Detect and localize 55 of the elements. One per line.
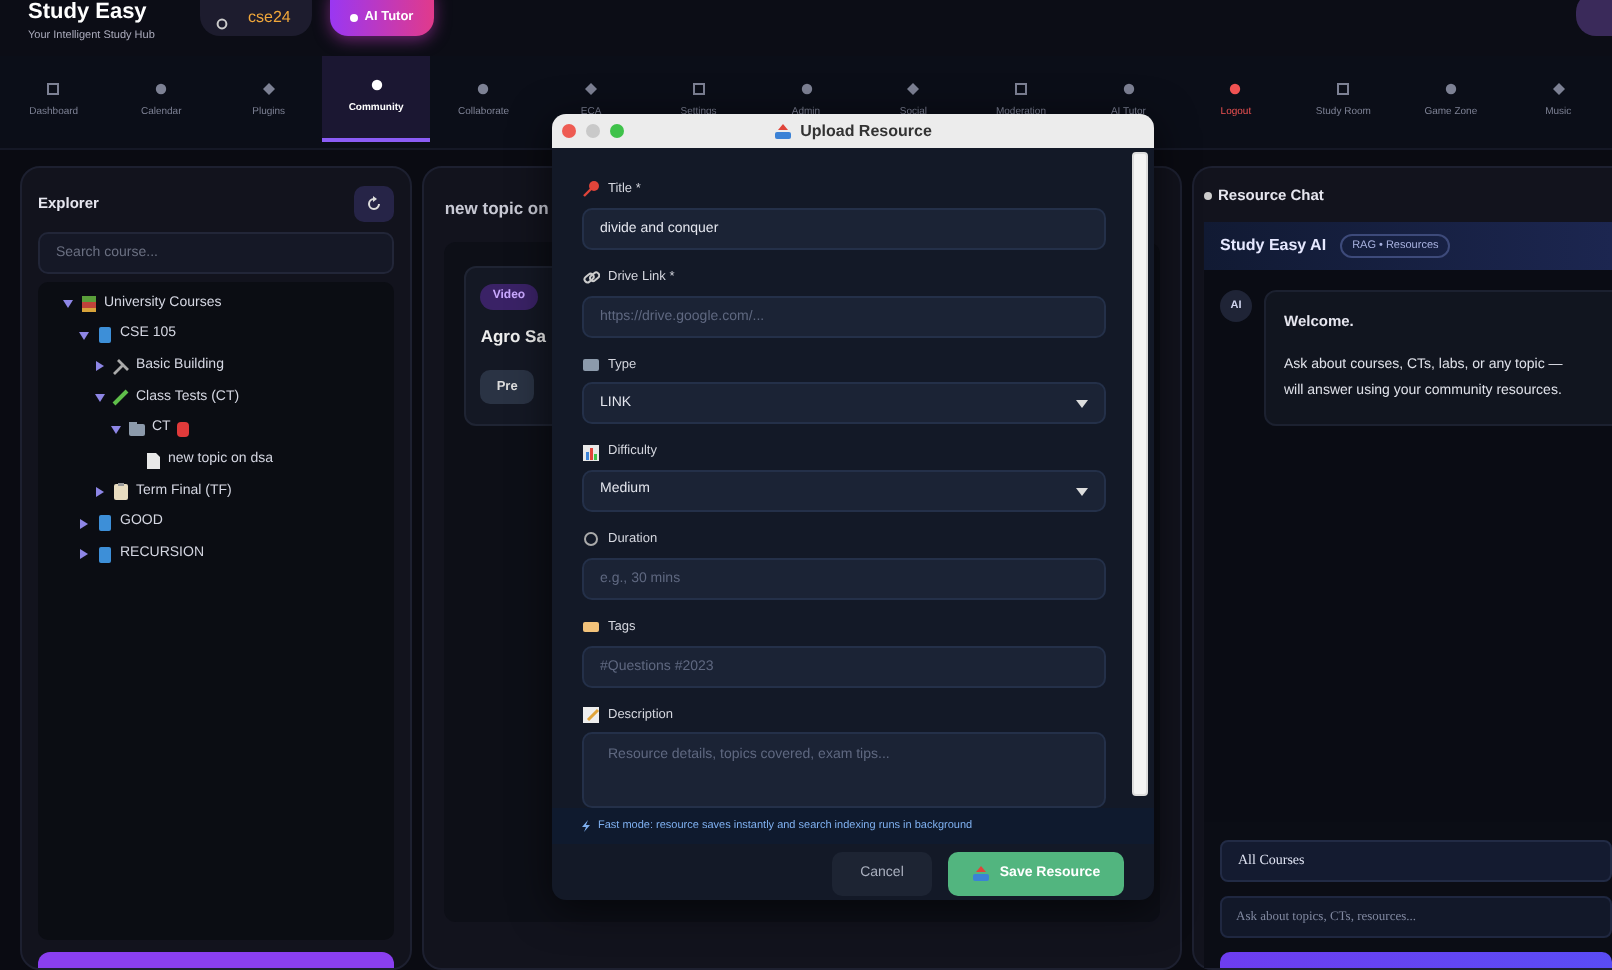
diamond-icon (261, 82, 276, 97)
circle-icon (216, 18, 228, 30)
dialog-title: Upload Resource (800, 120, 932, 144)
books-icon (80, 294, 98, 313)
upload-icon (774, 124, 793, 140)
caret-down-icon[interactable] (62, 297, 74, 310)
caret-down-icon (1076, 487, 1088, 495)
circle-icon (1443, 82, 1458, 97)
square-icon (1336, 82, 1351, 97)
circle-icon (476, 82, 491, 97)
note-icon (582, 705, 600, 724)
folder-icon (582, 355, 600, 374)
bar-chart-icon (582, 443, 600, 462)
diamond-icon (1551, 82, 1566, 97)
diamond-icon (584, 82, 599, 97)
book-icon (96, 326, 114, 345)
caret-down-icon (1076, 399, 1088, 408)
refresh-icon (366, 196, 383, 212)
caret-down-icon[interactable] (78, 329, 90, 342)
bot-name: Study Easy AI (1220, 234, 1327, 259)
circle-icon (154, 82, 169, 97)
file-icon (144, 451, 162, 470)
tag-icon (582, 618, 600, 637)
resource-title: Agro Sa (480, 323, 548, 349)
caret-right-icon[interactable] (78, 517, 90, 530)
scrollbar[interactable] (1132, 152, 1148, 796)
dot-icon (350, 13, 359, 21)
refresh-button[interactable] (354, 186, 395, 222)
caret-right-icon[interactable] (94, 485, 106, 498)
bolt-icon (582, 820, 590, 833)
circle-icon (1228, 82, 1243, 97)
circle-icon (799, 82, 813, 97)
pin-icon (582, 180, 600, 199)
caret-right-icon[interactable] (94, 360, 106, 373)
caret-down-icon[interactable] (110, 423, 122, 436)
diamond-icon (906, 82, 921, 97)
square-icon (691, 82, 706, 97)
caret-right-icon[interactable] (78, 548, 90, 561)
square-icon (1013, 82, 1028, 97)
app-title: Study Easy (28, 0, 149, 24)
content-title: new topic on (444, 196, 551, 222)
upload-icon (971, 866, 990, 883)
close-button[interactable] (562, 124, 576, 138)
timer-icon (582, 530, 600, 549)
tools-icon (112, 357, 130, 376)
link-icon (582, 268, 600, 287)
user-pill[interactable]: cse24 (200, 0, 312, 36)
circle-icon (1121, 82, 1136, 97)
clipboard-icon (112, 482, 130, 501)
pencil-icon (112, 388, 130, 407)
caret-down-icon[interactable] (94, 391, 106, 404)
dot-icon (1204, 191, 1212, 200)
folder-icon (128, 420, 146, 439)
square-icon (46, 82, 61, 97)
circle-icon (369, 77, 384, 92)
